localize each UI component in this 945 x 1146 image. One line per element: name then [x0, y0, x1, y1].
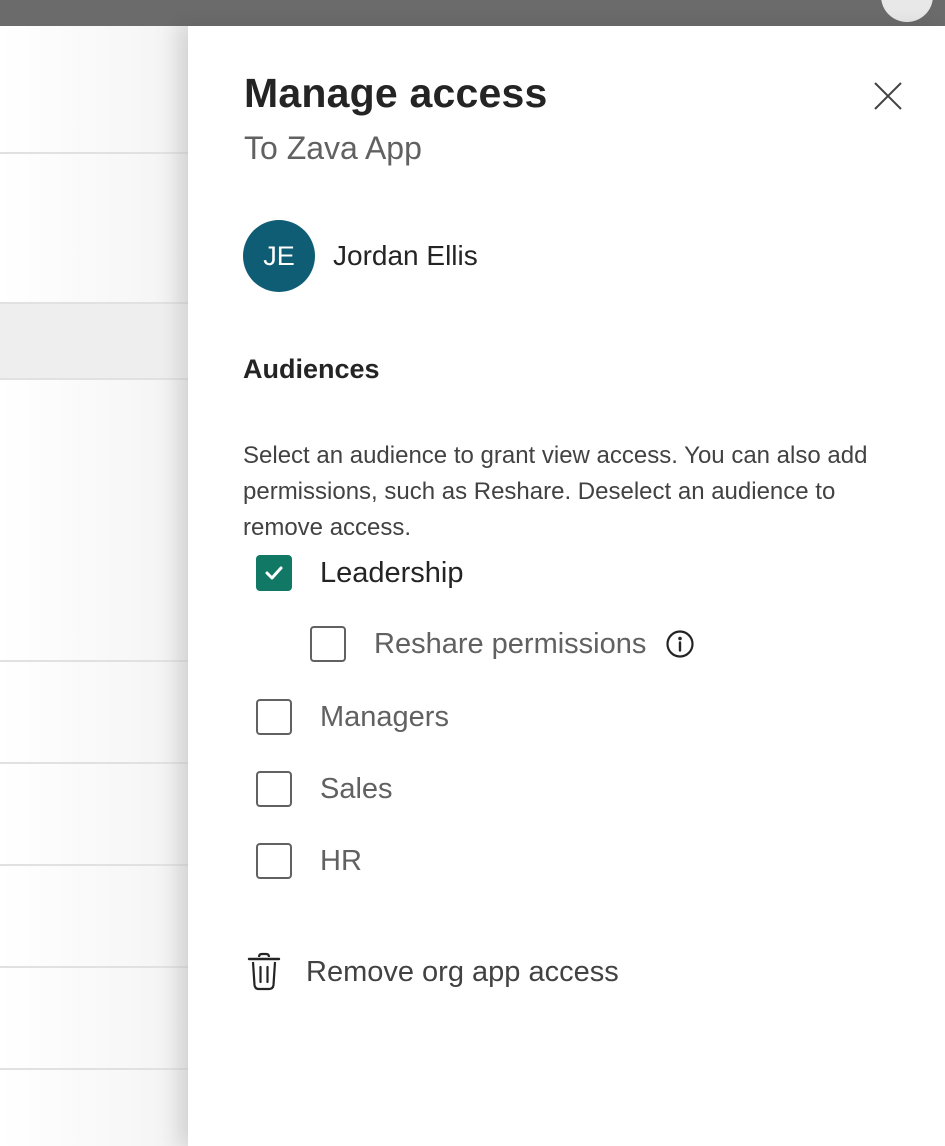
audience-leadership[interactable]: Leadership — [256, 555, 464, 591]
audiences-heading: Audiences — [243, 354, 380, 384]
sales-checkbox[interactable] — [256, 771, 292, 807]
close-button[interactable] — [868, 76, 908, 116]
top-bar — [0, 0, 945, 26]
panel-title: Manage access — [244, 70, 548, 116]
row-divider — [0, 864, 190, 866]
remove-org-app-access-label: Remove org app access — [306, 955, 619, 988]
reshare-permissions-label: Reshare permissions — [374, 627, 647, 660]
manage-access-panel: Manage access To Zava App JE Jordan Elli… — [188, 26, 945, 1146]
audiences-description: Select an audience to grant view access.… — [243, 442, 868, 541]
user-row: JE Jordan Ellis — [243, 219, 478, 293]
managers-checkbox[interactable] — [256, 699, 292, 735]
checkmark-icon — [265, 566, 283, 580]
remove-org-app-access-button[interactable]: Remove org app access — [246, 952, 619, 992]
user-avatar: JE — [243, 220, 315, 292]
reshare-permissions-checkbox[interactable] — [310, 626, 346, 662]
trash-icon — [247, 952, 281, 991]
audience-sales[interactable]: Sales — [256, 771, 393, 807]
table-header — [0, 302, 190, 380]
row-divider — [0, 660, 190, 662]
audience-managers[interactable]: Managers — [256, 699, 449, 735]
leadership-checkbox[interactable] — [256, 555, 292, 591]
row-divider — [0, 1068, 190, 1070]
row-divider — [0, 966, 190, 968]
info-icon[interactable] — [664, 628, 696, 660]
row-divider — [0, 152, 190, 154]
sales-label: Sales — [320, 772, 393, 805]
hr-checkbox[interactable] — [256, 843, 292, 879]
leadership-label: Leadership — [320, 556, 464, 589]
audience-hr[interactable]: HR — [256, 843, 362, 879]
user-name: Jordan Ellis — [333, 240, 478, 271]
row-divider — [0, 762, 190, 764]
audience-reshare-permissions[interactable]: Reshare permissions — [310, 626, 696, 662]
panel-subtitle: To Zava App — [244, 130, 422, 166]
background-page — [0, 26, 190, 1146]
managers-label: Managers — [320, 700, 449, 733]
close-icon — [874, 82, 902, 110]
hr-label: HR — [320, 844, 362, 877]
account-avatar[interactable] — [881, 0, 933, 22]
